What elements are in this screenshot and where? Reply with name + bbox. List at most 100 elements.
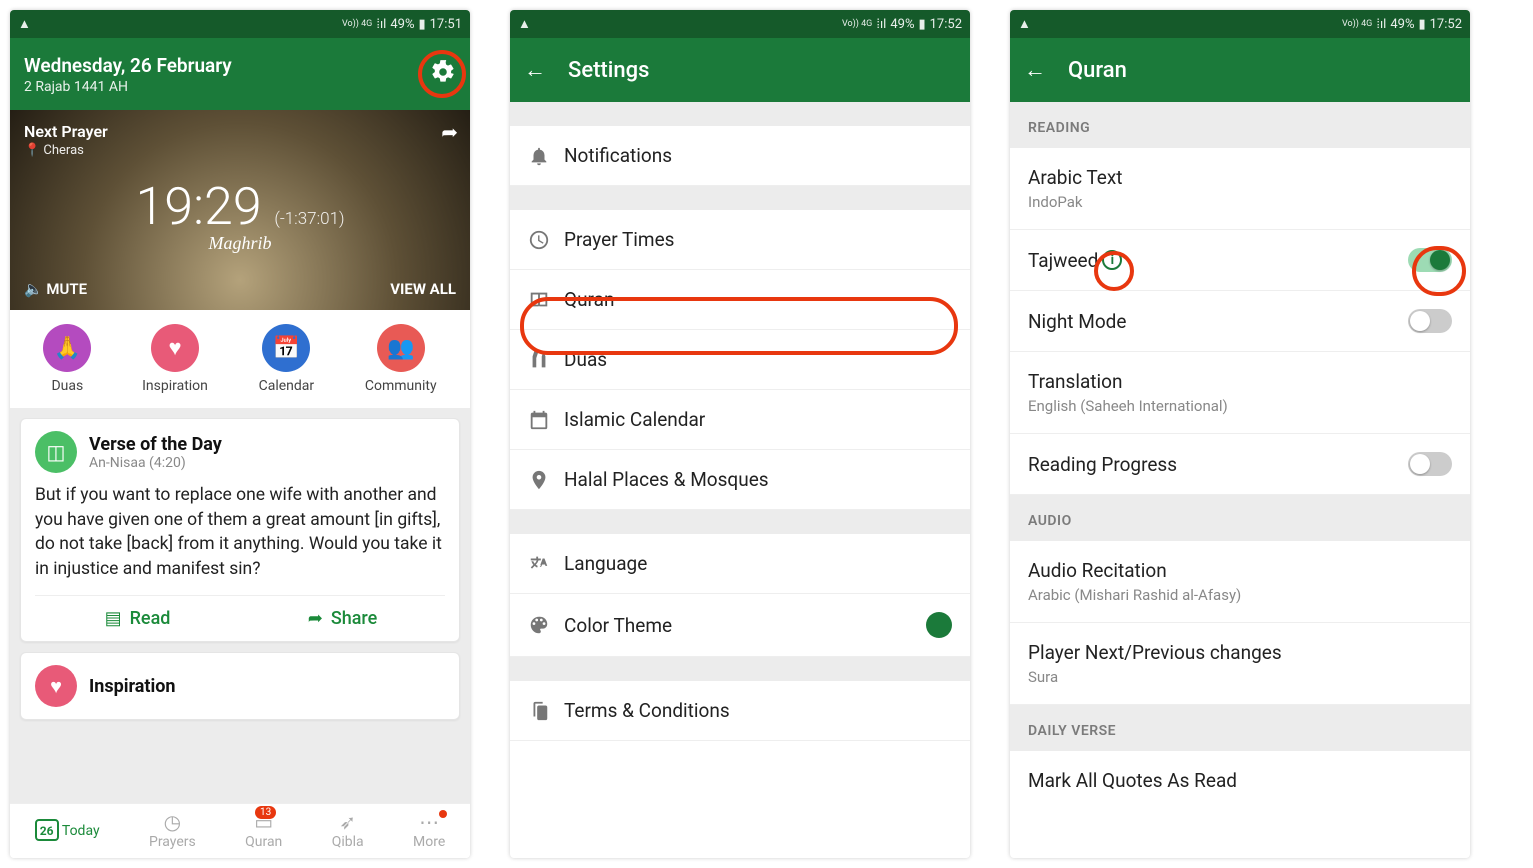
cards-area: ◫ Verse of the Day An-Nisaa (4:20) But i… [10,408,470,803]
speaker-icon: 🔈 [24,280,43,298]
screen-today: ▲ Vo)) 4G ⁞ıl 49% ▮ 17:51 Wednesday, 26 … [10,10,470,858]
prayer-time-value: 19:29 [135,176,261,237]
spacer [510,102,970,126]
clock-icon [528,229,564,251]
status-time: 17:52 [1430,17,1462,32]
inspiration-card[interactable]: ♥ Inspiration [20,652,460,720]
nav-label: More [413,834,445,850]
spacer [510,186,970,210]
battery-label: 49% [390,17,414,32]
settings-header: ← Settings [510,38,970,102]
quick-label: Calendar [259,378,315,394]
calendar-icon [528,409,564,431]
reading-progress-toggle[interactable] [1408,452,1452,476]
screen-settings: ▲ Vo)) 4G ⁞ıl 49% ▮ 17:52 ← Settings Not… [510,10,970,858]
row-sub: IndoPak [1028,193,1123,211]
quick-duas[interactable]: 🙏 Duas [43,324,91,394]
settings-prayer-times[interactable]: Prayer Times [510,210,970,270]
audio-recitation-row[interactable]: Audio Recitation Arabic (Mishari Rashid … [1010,541,1470,623]
settings-language[interactable]: Language [510,534,970,594]
quick-label: Community [365,378,437,394]
prayer-time: 19:29 (-1:37:01) [24,176,456,237]
signal-icon: ⁞ıl [1376,16,1386,32]
share-label: Share [331,608,377,629]
prayer-name: Maghrib [24,233,456,254]
quick-inspiration[interactable]: ♥ Inspiration [142,324,208,394]
net-label: Vo)) 4G [842,19,872,29]
net-label: Vo)) 4G [1342,19,1372,29]
pin-icon [528,469,564,491]
clock-icon: ◷ [149,810,196,834]
settings-islamic-calendar[interactable]: Islamic Calendar [510,390,970,450]
pin-icon: 📍 [24,143,40,158]
back-button[interactable]: ← [524,57,546,83]
status-bar: ▲ Vo)) 4G ⁞ıl 49% ▮ 17:52 [510,10,970,38]
arabic-text-row[interactable]: Arabic Text IndoPak [1010,148,1470,230]
verse-sub: An-Nisaa (4:20) [89,455,222,471]
item-label: Terms & Conditions [564,699,730,722]
nav-more[interactable]: ⋯ More [413,810,445,850]
tajweed-row[interactable]: Tajweed i [1010,230,1470,291]
bell-icon [528,145,564,167]
item-label: Color Theme [564,614,672,637]
reading-progress-row[interactable]: Reading Progress [1010,434,1470,495]
language-icon [528,553,564,575]
heart-icon: ♥ [151,324,199,372]
share-button[interactable]: ➦ Share [240,608,445,629]
row-title: Tajweed [1028,249,1098,272]
night-mode-row[interactable]: Night Mode [1010,291,1470,352]
row-title: Player Next/Previous changes [1028,641,1282,664]
mark-all-row[interactable]: Mark All Quotes As Read [1010,751,1470,810]
view-all-button[interactable]: VIEW ALL [390,280,456,298]
status-right: Vo)) 4G ⁞ıl 49% ▮ 17:52 [842,16,962,32]
mute-label: MUTE [46,280,87,298]
battery-icon: ▮ [918,17,925,32]
quick-label: Inspiration [142,378,208,394]
prayer-hero[interactable]: Next Prayer 📍 Cheras ➦ 19:29 (-1:37:01) … [10,110,470,310]
share-icon[interactable]: ➦ [441,120,458,144]
warning-icon: ▲ [518,16,531,32]
read-label: Read [130,608,171,629]
calendar-day-icon: 26 [35,819,59,841]
section-reading: READING [1010,102,1470,148]
row-title: Mark All Quotes As Read [1028,769,1237,792]
quick-community[interactable]: 👥 Community [365,324,437,394]
item-label: Language [564,552,647,575]
next-prayer-label: Next Prayer [24,122,456,141]
player-next-row[interactable]: Player Next/Previous changes Sura [1010,623,1470,705]
verse-card[interactable]: ◫ Verse of the Day An-Nisaa (4:20) But i… [20,418,460,642]
battery-icon: ▮ [418,17,425,32]
quick-calendar[interactable]: 📅 Calendar [259,324,315,394]
night-mode-toggle[interactable] [1408,309,1452,333]
settings-color-theme[interactable]: Color Theme [510,594,970,657]
nav-label: Quran [245,834,282,850]
nav-quran[interactable]: ▭ 13 Quran [245,810,282,850]
status-bar: ▲ Vo)) 4G ⁞ıl 49% ▮ 17:52 [1010,10,1470,38]
section-daily: DAILY VERSE [1010,705,1470,751]
settings-halal[interactable]: Halal Places & Mosques [510,450,970,510]
nav-prayers[interactable]: ◷ Prayers [149,810,196,850]
nav-qibla[interactable]: ➶ Qibla [332,810,364,850]
quran-badge: 13 [255,806,276,819]
read-button[interactable]: ▤ Read [35,608,240,629]
status-time: 17:52 [930,17,962,32]
hijri-line: 2 Rajab 1441 AH [24,79,128,95]
duas-icon: 🙏 [43,324,91,372]
annotation-circle-info [1094,251,1134,291]
document-icon [528,700,564,722]
screen-quran-settings: ▲ Vo)) 4G ⁞ıl 49% ▮ 17:52 ← Quran READIN… [1010,10,1470,858]
row-sub: Sura [1028,668,1282,686]
translation-row[interactable]: Translation English (Saheeh Internationa… [1010,352,1470,434]
settings-terms[interactable]: Terms & Conditions [510,681,970,741]
nav-today[interactable]: 26 Today [35,819,100,841]
status-right: Vo)) 4G ⁞ıl 49% ▮ 17:51 [342,16,462,32]
red-dot-icon [439,810,447,818]
signal-icon: ⁞ıl [376,16,386,32]
mute-button[interactable]: 🔈 MUTE [24,280,87,298]
annotation-circle-gear [418,50,466,98]
today-header: Wednesday, 26 February 2 Rajab 1441 AH [10,38,470,110]
back-button[interactable]: ← [1024,57,1046,83]
row-title: Arabic Text [1028,166,1123,189]
community-icon: 👥 [377,324,425,372]
settings-notifications[interactable]: Notifications [510,126,970,186]
